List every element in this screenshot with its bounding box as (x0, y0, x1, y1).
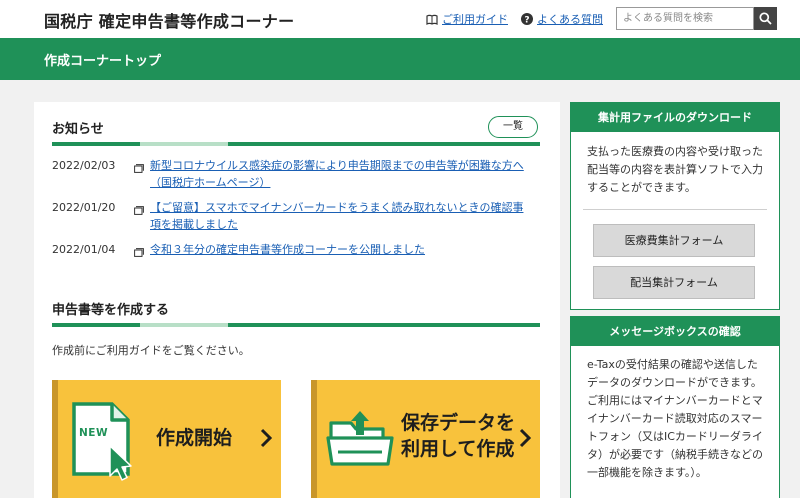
start-new-button[interactable]: NEW 作成開始 (52, 380, 281, 498)
download-card-text: 支払った医療費の内容や受け取った配当等の内容を表計算ソフトで入力することができま… (587, 145, 763, 194)
window-icon (134, 199, 150, 233)
window-icon (134, 157, 150, 191)
faq-link[interactable]: ? よくある質問 (521, 11, 603, 27)
site-header: 国税庁 確定申告書等作成コーナー ご利用ガイド ? よくある質問 (0, 0, 800, 38)
search-button[interactable] (754, 7, 777, 30)
page-title: 作成コーナートップ (44, 54, 162, 69)
question-icon: ? (521, 13, 533, 25)
faq-link-label: よくある質問 (537, 13, 603, 26)
news-link[interactable]: 令和３年分の確定申告書等作成コーナーを公開しました (150, 241, 528, 262)
news-item: 2022/02/03 新型コロナウイルス感染症の影響により申告期限までの申告等が… (52, 157, 532, 191)
news-item: 2022/01/04 令和３年分の確定申告書等作成コーナーを公開しました (52, 241, 532, 262)
message-box-card: メッセージボックスの確認 e-Taxの受付結果の確認や送信したデータのダウンロー… (570, 316, 780, 498)
message-box-card-heading: メッセージボックスの確認 (571, 317, 779, 346)
start-new-label: 作成開始 (156, 427, 233, 449)
book-icon (426, 14, 438, 25)
use-saved-label-line1: 保存データを (401, 412, 516, 434)
medical-expense-form-button[interactable]: 医療費集計フォーム (593, 224, 755, 257)
guide-link[interactable]: ご利用ガイド (426, 11, 508, 27)
new-badge: NEW (79, 427, 109, 439)
main-panel: お知らせ 一覧 2022/02/03 新型コロナウイルス感染症の影響により申告期… (34, 102, 560, 498)
create-heading: 申告書等を作成する (52, 303, 170, 318)
use-saved-label-line2: 利用して作成 (401, 438, 515, 460)
search-icon (759, 12, 772, 25)
news-divider (52, 142, 540, 146)
chevron-right-icon (519, 428, 531, 448)
new-document-icon (72, 402, 132, 481)
message-box-card-text: e-Taxの受付結果の確認や送信したデータのダウンロードができます。ご利用にはマ… (587, 358, 763, 479)
dividend-form-button[interactable]: 配当集計フォーム (593, 266, 755, 299)
folder-upload-icon (326, 411, 394, 466)
use-saved-data-button[interactable]: 保存データを 利用して作成 (311, 380, 540, 498)
search-input[interactable] (616, 7, 754, 30)
svg-text:?: ? (524, 15, 529, 25)
card-divider (583, 209, 767, 210)
page-banner: 作成コーナートップ (0, 38, 800, 80)
window-icon (134, 241, 150, 262)
download-card-heading: 集計用ファイルのダウンロード (571, 103, 779, 132)
news-item: 2022/01/20 【ご留意】スマホでマイナンバーカードをうまく読み取れないと… (52, 199, 532, 233)
create-divider (52, 323, 540, 327)
news-date: 2022/01/20 (52, 201, 116, 214)
news-date: 2022/01/04 (52, 243, 116, 256)
news-link[interactable]: 【ご留意】スマホでマイナンバーカードをうまく読み取れないときの確認事項を掲載しま… (150, 199, 528, 233)
news-heading: お知らせ (52, 122, 104, 137)
create-lead-text: 作成前にご利用ガイドをご覧ください。 (52, 344, 250, 357)
news-list-button[interactable]: 一覧 (488, 116, 538, 138)
chevron-right-icon (260, 428, 272, 448)
news-link[interactable]: 新型コロナウイルス感染症の影響により申告期限までの申告等が困難な方へ（国税庁ホー… (150, 157, 528, 191)
sidebar: 集計用ファイルのダウンロード 支払った医療費の内容や受け取った配当等の内容を表計… (570, 102, 780, 498)
news-date: 2022/02/03 (52, 159, 116, 172)
site-title: 国税庁 確定申告書等作成コーナー (44, 12, 295, 31)
download-card: 集計用ファイルのダウンロード 支払った医療費の内容や受け取った配当等の内容を表計… (570, 102, 780, 310)
guide-link-label: ご利用ガイド (442, 13, 508, 26)
